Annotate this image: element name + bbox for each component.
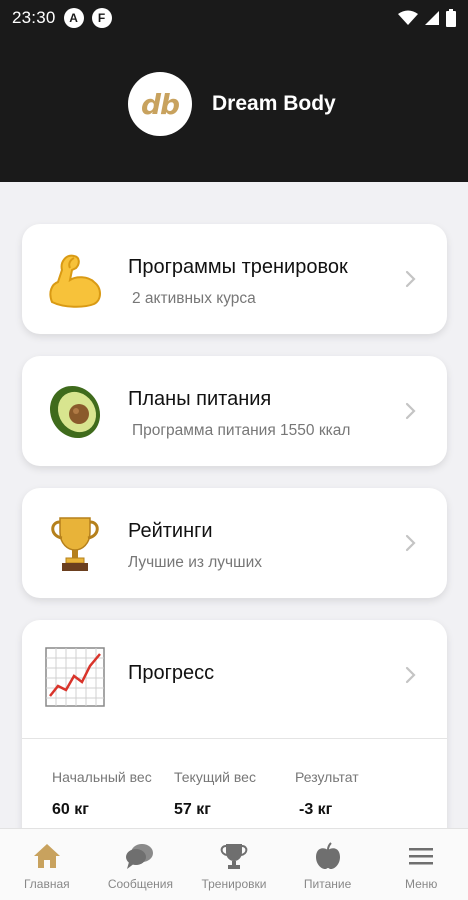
battery-icon [446, 9, 456, 27]
stat-current-weight: Текущий вес 57 кг [174, 769, 256, 819]
nav-item-home[interactable]: Главная [0, 829, 94, 900]
notification-badge-a: A [63, 8, 84, 28]
wifi-icon [398, 10, 418, 25]
app-header: db Dream Body [0, 36, 468, 182]
logo-text: db [140, 87, 180, 121]
card-ratings[interactable]: Рейтинги Лучшие из лучших [22, 488, 447, 598]
status-time: 23:30 [12, 8, 56, 27]
stat-initial-weight: Начальный вес 60 кг [52, 769, 152, 819]
trophy-icon [44, 512, 106, 574]
home-icon [32, 841, 62, 871]
nav-label: Тренировки [201, 877, 267, 891]
card-nutrition-plans[interactable]: Планы питания Программа питания 1550 кка… [22, 356, 447, 466]
stat-value: 57 кг [174, 801, 211, 818]
apple-icon [313, 841, 343, 871]
status-icons [398, 9, 456, 27]
stat-label: Текущий вес [174, 769, 256, 785]
nav-label: Главная [23, 877, 70, 891]
card-title: Планы питания [128, 388, 272, 410]
app-logo: db [128, 72, 192, 136]
card-title: Рейтинги [128, 520, 213, 542]
status-bar: 23:30 A F [0, 0, 468, 36]
card-title: Программы тренировок [128, 256, 348, 278]
card-subtitle: Лучшие из лучших [128, 554, 262, 571]
stat-label: Результат [295, 769, 359, 785]
trophy-icon [219, 841, 249, 871]
nav-label: Питание [303, 877, 352, 891]
flexed-biceps-icon [44, 248, 106, 310]
chart-increasing-icon [44, 646, 106, 708]
stat-value: 60 кг [52, 801, 89, 818]
card-subtitle: Программа питания 1550 ккал [132, 422, 351, 439]
stat-label: Начальный вес [52, 769, 152, 785]
avocado-icon [44, 380, 106, 442]
menu-icon [406, 841, 436, 871]
card-training-programs[interactable]: Программы тренировок 2 активных курса [22, 224, 447, 334]
stat-value: -3 кг [299, 801, 333, 818]
chevron-right-icon [405, 402, 416, 420]
chat-icon [125, 841, 155, 871]
nav-item-menu[interactable]: Меню [374, 829, 468, 900]
card-title: Прогресс [128, 662, 215, 684]
nav-label: Сообщения [107, 877, 173, 891]
progress-stats: Начальный вес 60 кг Текущий вес 57 кг Ре… [22, 738, 447, 818]
chevron-right-icon [405, 270, 416, 288]
card-progress[interactable]: Прогресс Начальный вес 60 кг Текущий вес… [22, 620, 447, 850]
nav-item-nutrition[interactable]: Питание [281, 829, 375, 900]
nav-item-trainings[interactable]: Тренировки [187, 829, 281, 900]
chevron-right-icon [405, 534, 416, 552]
cellular-signal-icon [425, 11, 439, 25]
notification-badge-f: F [91, 8, 112, 28]
nav-item-messages[interactable]: Сообщения [94, 829, 188, 900]
app-title: Dream Body [212, 92, 336, 115]
bottom-navigation: Главная Сообщения Тренировки Питание Мен… [0, 828, 468, 900]
stat-result: Результат -3 кг [295, 769, 359, 819]
card-subtitle: 2 активных курса [132, 290, 256, 307]
chevron-right-icon [405, 666, 416, 684]
nav-label: Меню [404, 877, 438, 891]
